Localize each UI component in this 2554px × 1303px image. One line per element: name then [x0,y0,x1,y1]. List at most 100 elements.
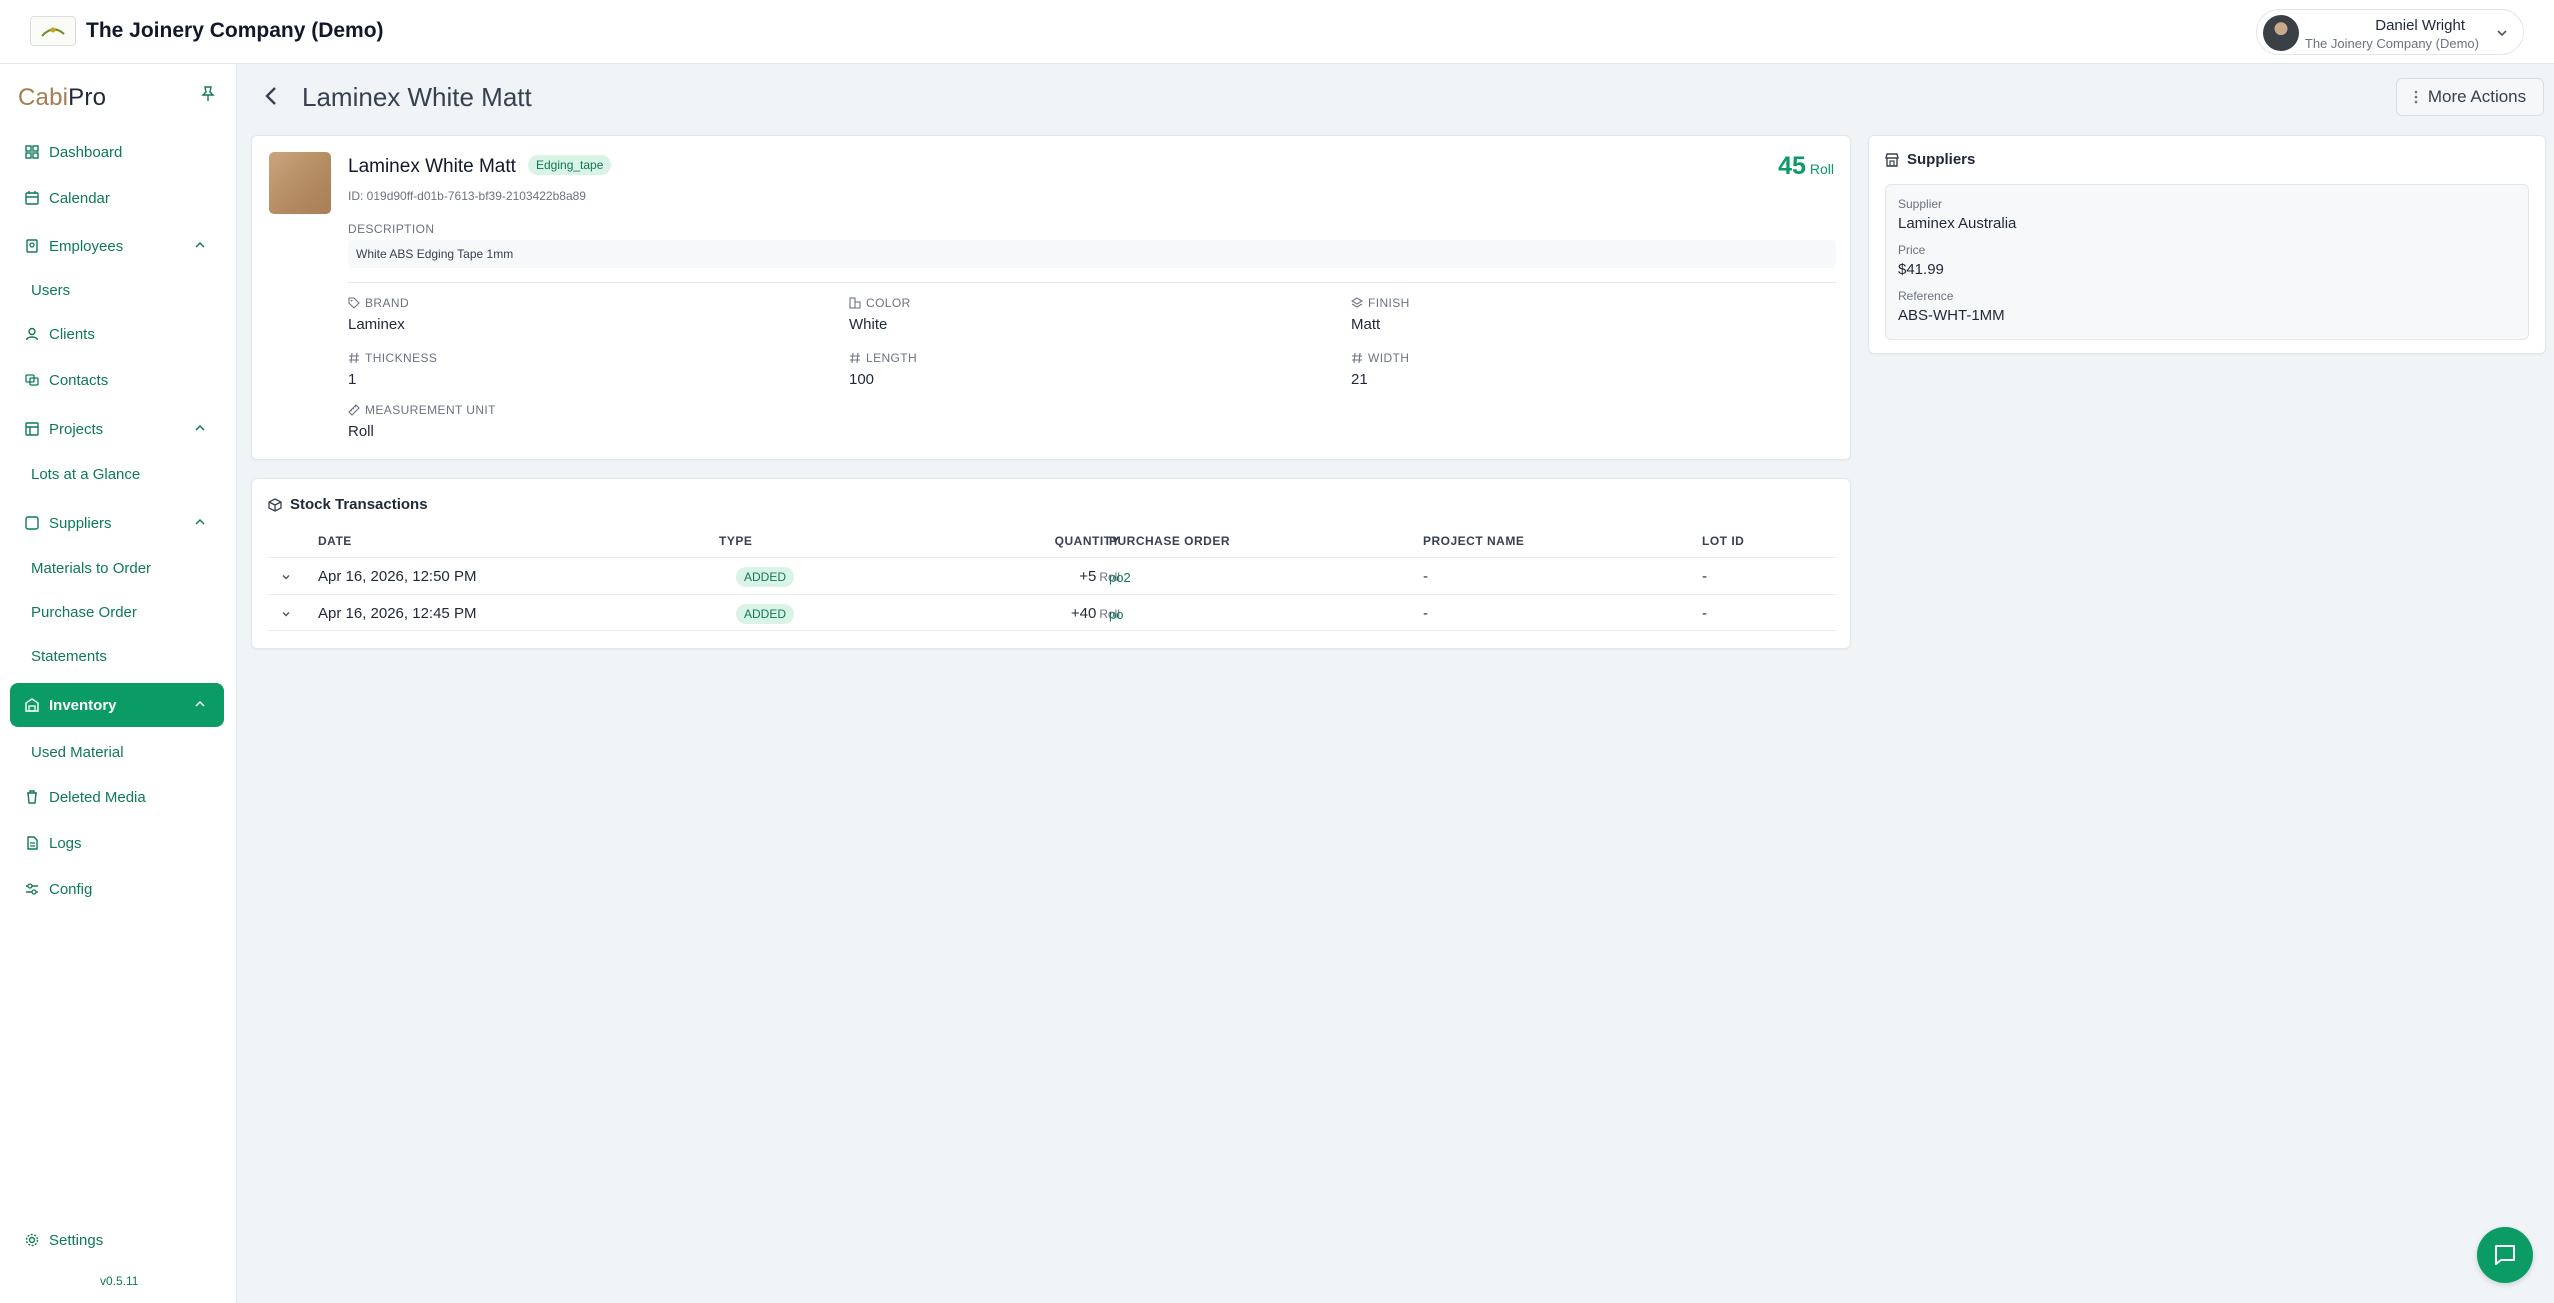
sidebar-item-calendar[interactable]: Calendar [10,178,224,218]
attr-brand: BRAND Laminex [348,296,410,333]
chevron-up-icon [194,422,206,434]
sidebar-item-projects[interactable]: Projects [10,409,224,449]
sidebar-item-dashboard[interactable]: Dashboard [10,132,224,172]
sidebar-item-config[interactable]: Config [10,869,224,909]
hash-icon [1351,352,1363,364]
chevron-up-icon [194,698,206,710]
type-badge: ADDED [736,604,795,624]
sidebar-item-suppliers[interactable]: Suppliers [10,503,224,543]
palette-icon [849,297,861,309]
attr-thickness: THICKNESS 1 [348,351,438,388]
back-button[interactable] [262,84,280,108]
attr-length: LENGTH 100 [849,351,918,388]
ruler-icon [348,404,360,416]
row-project-name: - [1423,605,1428,622]
pin-icon[interactable] [201,86,215,102]
reference-label: Reference [1898,289,1954,303]
sidebar-item-label: Config [49,880,93,898]
trash-icon [24,789,40,805]
sidebar-item-label: Logs [49,834,82,852]
sidebar-item-contacts[interactable]: Contacts [10,360,224,400]
sidebar-item-users[interactable]: Users [31,282,70,299]
column-header-purchase-order[interactable]: PURCHASE ORDER [1109,534,1230,548]
sidebar-item-used-material[interactable]: Used Material [31,744,124,761]
sidebar-item-deleted-media[interactable]: Deleted Media [10,777,224,817]
table-row[interactable]: Apr 16, 2026, 12:45 PM ADDED +40 Roll po … [268,594,1836,631]
attr-measurement-unit: MEASUREMENT UNIT Roll [348,403,496,440]
divider [348,282,1836,283]
type-badge: ADDED [736,567,795,587]
suppliers-card: Suppliers Supplier Laminex Australia Pri… [1868,135,2546,354]
suppliers-icon [24,515,40,531]
sidebar-item-lots-at-a-glance[interactable]: Lots at a Glance [31,466,140,483]
stock-transactions-card: Stock Transactions DATE TYPE QUANTITY PU… [251,478,1851,649]
chat-icon [2492,1242,2518,1268]
sidebar-item-label: Inventory [49,696,117,714]
column-header-quantity[interactable]: QUANTITY [1020,534,1120,548]
material-detail-card: Laminex White Matt Edging_tape ID: 019d9… [251,135,1851,460]
supplier-label: Supplier [1898,197,1943,211]
purchase-order-link[interactable]: po [1109,607,1123,622]
sidebar-item-label: Deleted Media [49,788,146,806]
sidebar-item-label: Contacts [49,371,109,389]
material-thumbnail [269,152,331,214]
config-icon [24,881,40,897]
hash-icon [348,352,360,364]
page-title: Laminex White Matt [302,82,532,112]
user-icon [24,326,40,342]
chevron-down-icon[interactable] [280,571,292,583]
row-lot-id: - [1702,568,1707,585]
top-bar: The Joinery Company (Demo) Daniel Wright… [0,0,2554,64]
price-label: Price [1898,243,1926,257]
row-lot-id: - [1702,605,1707,622]
sidebar-item-materials-to-order[interactable]: Materials to Order [31,560,151,577]
calendar-icon [24,190,40,206]
chat-button[interactable] [2477,1227,2533,1283]
sidebar-item-label: Suppliers [49,514,112,532]
supplier-name: Laminex Australia [1898,215,2017,232]
column-header-project-name[interactable]: PROJECT NAME [1423,534,1524,548]
column-header-type[interactable]: TYPE [719,534,752,548]
hash-icon [849,352,861,364]
projects-icon [24,421,40,437]
gear-icon [24,1232,40,1248]
sidebar-item-settings[interactable]: Settings [10,1220,224,1260]
package-icon [268,497,282,512]
app-logo[interactable]: CabiPro [18,84,106,112]
column-header-date[interactable]: DATE [318,534,352,548]
inventory-icon [24,697,40,713]
column-header-lot-id[interactable]: LOT ID [1702,534,1744,548]
material-id: ID: 019d90ff-d01b-7613-bf39-2103422b8a89 [348,189,586,203]
sidebar-item-label: Clients [49,325,95,343]
sidebar-item-statements[interactable]: Statements [31,648,107,665]
category-tag: Edging_tape [528,155,612,175]
chevron-down-icon[interactable] [280,608,292,620]
company-name: The Joinery Company (Demo) [86,19,384,42]
more-actions-button[interactable]: More Actions [2396,78,2544,116]
price-value: $41.99 [1898,261,1944,278]
sidebar-item-label: Employees [49,237,124,255]
chevron-left-icon [262,84,280,108]
layers-icon [1351,297,1363,309]
row-date: Apr 16, 2026, 12:45 PM [318,605,477,622]
row-quantity: +5 Roll [1079,568,1120,585]
attr-finish: FINISH Matt [1351,296,1410,333]
user-menu[interactable]: Daniel Wright The Joinery Company (Demo) [2256,9,2524,55]
attr-width: WIDTH 21 [1351,351,1410,388]
row-date: Apr 16, 2026, 12:50 PM [318,568,477,585]
sidebar-item-label: Calendar [49,189,110,207]
sidebar-item-logs[interactable]: Logs [10,823,224,863]
chevron-down-icon [2495,26,2509,40]
sidebar-item-label: Projects [49,420,104,438]
sidebar-item-clients[interactable]: Clients [10,314,224,354]
sidebar-item-inventory[interactable]: Inventory [10,683,224,727]
material-name: Laminex White Matt [348,156,516,177]
table-row[interactable]: Apr 16, 2026, 12:50 PM ADDED +5 Roll po2 … [268,557,1836,594]
supplier-entry[interactable]: Supplier Laminex Australia Price $41.99 … [1885,184,2529,340]
row-project-name: - [1423,568,1428,585]
more-vertical-icon [2414,90,2418,104]
sidebar-item-employees[interactable]: Employees [10,226,224,266]
sidebar-item-purchase-order[interactable]: Purchase Order [31,604,137,621]
purchase-order-link[interactable]: po2 [1109,570,1131,585]
company-logo [30,16,76,46]
